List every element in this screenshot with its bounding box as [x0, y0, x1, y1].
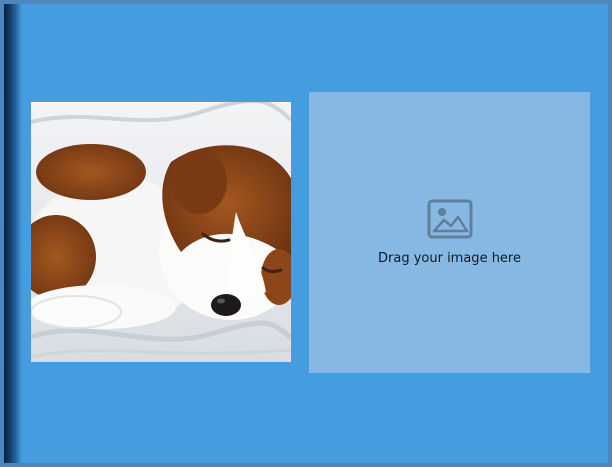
photo-preview[interactable] [31, 102, 291, 362]
app-window: Drag your image here [0, 0, 612, 467]
puppy-photo [31, 102, 291, 362]
drop-zone-label: Drag your image here [378, 251, 521, 266]
image-icon [427, 199, 472, 239]
window-edge [4, 4, 22, 463]
image-drop-zone[interactable]: Drag your image here [309, 92, 590, 373]
